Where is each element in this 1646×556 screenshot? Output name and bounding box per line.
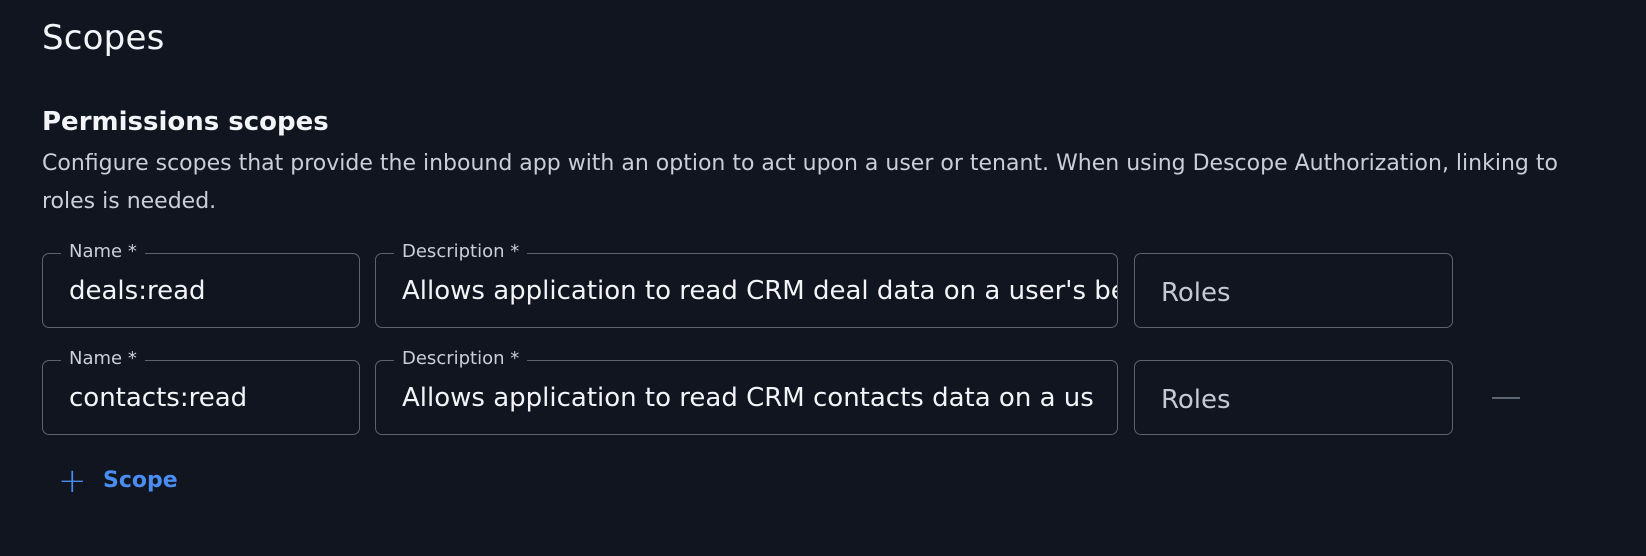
scope-roles-select[interactable]: Roles <box>1134 253 1453 328</box>
scope-roles-placeholder: Roles <box>1161 278 1231 308</box>
scope-name-label: Name * <box>61 347 145 371</box>
plus-icon: + <box>58 461 87 501</box>
scope-description-label: Description * <box>394 347 528 371</box>
remove-scope-button[interactable] <box>1492 388 1520 408</box>
scope-name-value: deals:read <box>69 276 206 306</box>
minus-icon <box>1492 397 1520 399</box>
scope-name-label: Name * <box>61 240 145 264</box>
scope-description-value: Allows application to read CRM deal data… <box>402 276 1117 306</box>
scope-description-field[interactable]: Description * Allows application to read… <box>375 347 1118 435</box>
permissions-scopes-heading: Permissions scopes <box>42 107 329 137</box>
permissions-scopes-description: Configure scopes that provide the inboun… <box>42 151 1558 214</box>
add-scope-button[interactable]: + Scope <box>58 464 178 498</box>
scope-description-label: Description * <box>394 240 528 264</box>
scope-name-field[interactable]: Name * deals:read <box>42 240 360 328</box>
scope-name-value: contacts:read <box>69 383 248 413</box>
scope-description-field[interactable]: Description * Allows application to read… <box>375 240 1118 328</box>
add-scope-label: Scope <box>103 468 178 493</box>
scope-roles-select[interactable]: Roles <box>1134 360 1453 435</box>
scope-description-value: Allows application to read CRM contacts … <box>402 383 1095 413</box>
scopes-panel: Scopes Permissions scopes Configure scop… <box>0 0 1646 556</box>
scope-roles-placeholder: Roles <box>1161 385 1231 415</box>
section-title: Scopes <box>42 18 165 58</box>
scope-name-field[interactable]: Name * contacts:read <box>42 347 360 435</box>
